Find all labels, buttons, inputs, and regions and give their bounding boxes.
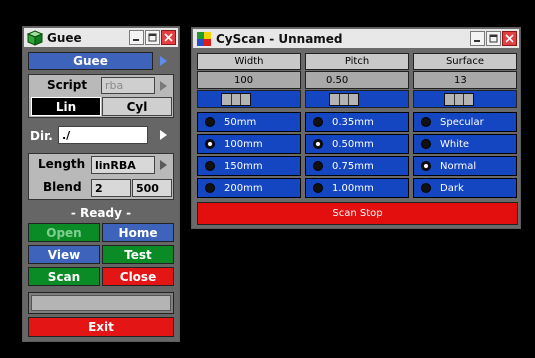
cyscan-app-icon bbox=[197, 31, 211, 46]
exit-button[interactable]: Exit bbox=[28, 317, 174, 337]
status-text: - Ready - bbox=[70, 206, 132, 220]
radio-option-label: 0.75mm bbox=[332, 160, 374, 172]
radio-option[interactable]: 200mm bbox=[197, 178, 301, 198]
radio-option[interactable]: 0.50mm bbox=[305, 134, 409, 154]
column-value: 100 bbox=[197, 71, 301, 89]
lin-toggle[interactable]: Lin bbox=[31, 97, 101, 116]
progress-frame bbox=[28, 292, 174, 314]
length-field[interactable]: linRBA bbox=[91, 156, 155, 174]
column-slider[interactable] bbox=[305, 90, 409, 108]
radio-option-label: 200mm bbox=[224, 182, 263, 194]
radio-option[interactable]: Dark bbox=[413, 178, 517, 198]
column-value: 0.50 bbox=[305, 71, 409, 89]
radio-button-icon[interactable] bbox=[205, 161, 215, 171]
close-icon bbox=[164, 33, 173, 42]
radio-button-icon[interactable] bbox=[313, 161, 323, 171]
dir-label: Dir. bbox=[30, 129, 53, 143]
radio-button-icon[interactable] bbox=[421, 117, 431, 127]
radio-option-label: Specular bbox=[440, 116, 484, 128]
maximize-button[interactable] bbox=[145, 30, 160, 45]
cyscan-title: CyScan - Unnamed bbox=[216, 31, 343, 46]
maximize-icon bbox=[148, 33, 157, 42]
radio-option-label: 50mm bbox=[224, 116, 257, 128]
maximize-icon bbox=[489, 34, 498, 43]
guee-title: Guee bbox=[47, 30, 82, 45]
view-button[interactable]: View bbox=[28, 245, 100, 264]
radio-option[interactable]: Normal bbox=[413, 156, 517, 176]
scan-stop-button[interactable]: Scan Stop bbox=[197, 202, 518, 225]
radio-option-label: 0.50mm bbox=[332, 138, 374, 150]
close-window-button[interactable] bbox=[502, 31, 517, 46]
radio-option[interactable]: 150mm bbox=[197, 156, 301, 176]
dir-arrow-icon[interactable] bbox=[160, 130, 167, 140]
cyl-toggle[interactable]: Cyl bbox=[102, 97, 172, 116]
length-blend-panel: Length linRBA Blend 2 500 bbox=[28, 153, 174, 200]
radio-option[interactable]: 1.00mm bbox=[305, 178, 409, 198]
guee-header-button[interactable]: Guee bbox=[28, 52, 153, 70]
radio-button-icon[interactable] bbox=[313, 139, 323, 149]
radio-button-icon[interactable] bbox=[421, 161, 431, 171]
radio-option[interactable]: 100mm bbox=[197, 134, 301, 154]
column-slider[interactable] bbox=[197, 90, 301, 108]
radio-option-label: Dark bbox=[440, 182, 464, 194]
radio-button-icon[interactable] bbox=[421, 139, 431, 149]
script-field[interactable]: rba bbox=[101, 77, 155, 94]
radio-option-label: White bbox=[440, 138, 470, 150]
radio-button-icon[interactable] bbox=[205, 139, 215, 149]
column-slider[interactable] bbox=[413, 90, 517, 108]
minimize-icon bbox=[474, 40, 480, 42]
test-button[interactable]: Test bbox=[102, 245, 174, 264]
radio-button-icon[interactable] bbox=[205, 183, 215, 193]
script-panel: Script rba Lin Cyl bbox=[28, 74, 174, 118]
radio-button-icon[interactable] bbox=[313, 117, 323, 127]
radio-option-label: 100mm bbox=[224, 138, 263, 150]
column-header: Width bbox=[197, 53, 301, 70]
close-window-button[interactable] bbox=[161, 30, 176, 45]
radio-option-label: 0.35mm bbox=[332, 116, 374, 128]
script-arrow-icon[interactable] bbox=[160, 81, 167, 91]
radio-option[interactable]: 50mm bbox=[197, 112, 301, 132]
guee-titlebar[interactable]: Guee bbox=[24, 28, 178, 47]
radio-button-icon[interactable] bbox=[313, 183, 323, 193]
slider-knob[interactable] bbox=[329, 93, 359, 106]
scan-button[interactable]: Scan bbox=[28, 267, 100, 286]
radio-option[interactable]: 0.75mm bbox=[305, 156, 409, 176]
minimize-icon bbox=[133, 39, 139, 41]
blend-label: Blend bbox=[43, 180, 82, 194]
cube-app-icon bbox=[27, 29, 43, 46]
open-button[interactable]: Open bbox=[28, 223, 100, 242]
radio-option-label: 1.00mm bbox=[332, 182, 374, 194]
radio-option[interactable]: Specular bbox=[413, 112, 517, 132]
radio-option[interactable]: White bbox=[413, 134, 517, 154]
radio-button-icon[interactable] bbox=[205, 117, 215, 127]
blend-field-2[interactable]: 500 bbox=[132, 179, 172, 197]
dir-field[interactable]: ./ bbox=[58, 126, 148, 144]
radio-option-label: 150mm bbox=[224, 160, 263, 172]
guee-window: Guee Guee Script rba Lin Cyl Dir. ./ Len… bbox=[22, 26, 180, 342]
cyscan-window: CyScan - Unnamed Width 100 50mm 100mm 150mm 2… bbox=[191, 27, 521, 229]
maximize-button[interactable] bbox=[486, 31, 501, 46]
minimize-button[interactable] bbox=[470, 31, 485, 46]
radio-button-icon[interactable] bbox=[421, 183, 431, 193]
slider-knob[interactable] bbox=[221, 93, 251, 106]
radio-option-label: Normal bbox=[440, 160, 477, 172]
slider-knob[interactable] bbox=[444, 93, 474, 106]
minimize-button[interactable] bbox=[129, 30, 144, 45]
column-header: Pitch bbox=[305, 53, 409, 70]
length-arrow-icon[interactable] bbox=[160, 160, 167, 170]
cyscan-titlebar[interactable]: CyScan - Unnamed bbox=[193, 29, 519, 48]
close-button[interactable]: Close bbox=[102, 267, 174, 286]
blend-field-1[interactable]: 2 bbox=[91, 179, 131, 197]
home-button[interactable]: Home bbox=[102, 223, 174, 242]
radio-option[interactable]: 0.35mm bbox=[305, 112, 409, 132]
progress-bar bbox=[31, 295, 171, 311]
close-icon bbox=[505, 34, 514, 43]
guee-menu-arrow-icon[interactable] bbox=[160, 56, 167, 66]
column-value: 13 bbox=[413, 71, 517, 89]
column-header: Surface bbox=[413, 53, 517, 70]
script-label: Script bbox=[47, 78, 88, 92]
length-label: Length bbox=[38, 157, 86, 171]
